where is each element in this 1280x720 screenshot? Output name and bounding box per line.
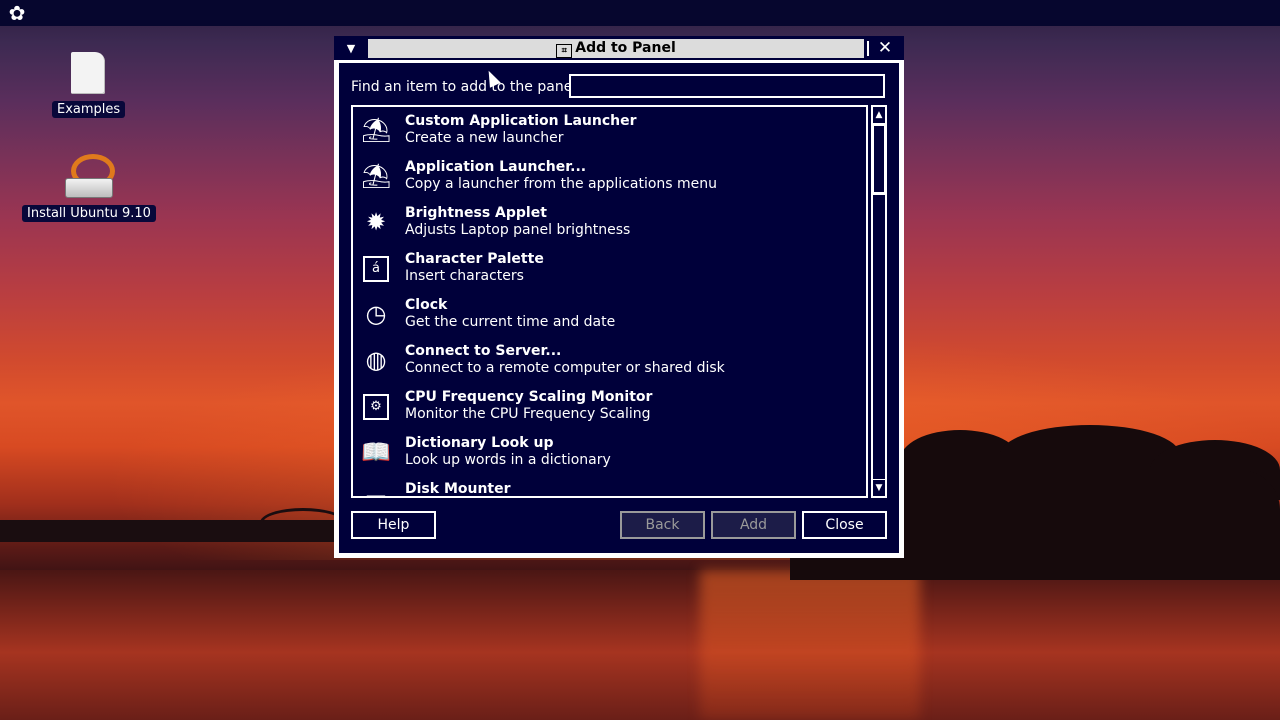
clock-icon: ◷ [365,300,387,328]
sun-reflection [700,570,920,720]
item-title: CPU Frequency Scaling Monitor [405,389,653,405]
desktop-icon-examples[interactable]: Examples [52,52,126,118]
help-button-label: Help [377,517,410,533]
desktop-icon-label: Examples [52,101,126,118]
item-title: Connect to Server... [405,343,562,359]
item-title: Dictionary Look up [405,435,554,451]
list-item[interactable]: ⛱ Application Launcher... Copy a launche… [353,153,866,199]
scroll-down-button[interactable]: ▼ [873,480,885,496]
find-label: Find an item to add to the panel: [351,79,581,95]
add-button-label: Add [739,517,768,533]
item-description: Look up words in a dictionary [405,452,611,468]
disk-icon: ▬ [364,484,388,498]
gnome-foot-icon[interactable]: ✿ [6,2,28,24]
list-item[interactable]: ⚙ CPU Frequency Scaling Monitor Monitor … [353,383,866,429]
item-title: Character Palette [405,251,544,267]
add-button[interactable]: Add [711,511,796,539]
scroll-track[interactable] [873,195,885,479]
item-title: Custom Application Launcher [405,113,637,129]
list-scrollbar[interactable]: ▲ ▼ [871,105,887,498]
window-title: ⌗ Add to Panel [368,39,864,58]
list-item[interactable]: 📖 Dictionary Look up Look up words in a … [353,429,866,475]
close-button[interactable]: Close [802,511,887,539]
list-item[interactable]: ✹ Brightness Applet Adjusts Laptop panel… [353,199,866,245]
titlebar-separator [867,41,869,56]
item-title: Clock [405,297,448,313]
launcher-icon: ⛱ [361,116,392,144]
close-icon: ✕ [877,38,893,58]
item-description: Connect to a remote computer or shared d… [405,360,725,376]
back-button[interactable]: Back [620,511,705,539]
titlebar[interactable]: ▼ ⌗ Add to Panel ✕ [334,36,904,60]
item-description: Insert characters [405,268,524,284]
water [0,570,1280,720]
applet-list[interactable]: ⛱ Custom Application Launcher Create a n… [351,105,868,498]
close-button-label: Close [825,517,864,533]
list-item[interactable]: ⛱ Custom Application Launcher Create a n… [353,107,866,153]
item-description: Create a new launcher [405,130,564,146]
item-title: Application Launcher... [405,159,587,175]
item-description: Copy a launcher from the applications me… [405,176,718,192]
list-item[interactable]: á Character Palette Insert characters [353,245,866,291]
help-button[interactable]: Help [351,511,436,539]
window-title-text: Add to Panel [575,40,676,56]
back-button-label: Back [645,517,680,533]
list-item[interactable]: ◷ Clock Get the current time and date [353,291,866,337]
add-to-panel-dialog: ▼ ⌗ Add to Panel ✕ Find an item to add to… [334,36,904,558]
globe-icon: ◍ [365,346,387,374]
scroll-thumb[interactable] [873,125,885,193]
window-close-button[interactable]: ✕ [874,39,896,58]
character-palette-icon: á [361,253,391,283]
item-title: Disk Mounter [405,481,511,497]
search-input[interactable] [569,74,885,98]
desktop-icon-install-ubuntu[interactable]: Install Ubuntu 9.10 [22,152,156,222]
list-item[interactable]: ◍ Connect to Server... Connect to a remo… [353,337,866,383]
launcher-icon: ⛱ [361,162,392,190]
list-item[interactable]: ▬ Disk Mounter [353,475,866,498]
scroll-up-button[interactable]: ▲ [873,107,885,123]
sun-icon: ✹ [365,208,387,236]
item-description: Adjusts Laptop panel brightness [405,222,631,238]
item-title: Brightness Applet [405,205,547,221]
document-icon [71,52,105,94]
desktop-icon-label: Install Ubuntu 9.10 [22,205,156,222]
item-description: Get the current time and date [405,314,616,330]
cpu-icon: ⚙ [361,391,391,421]
window-menu-button[interactable]: ▼ [340,39,362,58]
panel-icon: ⌗ [556,44,573,58]
item-description: Monitor the CPU Frequency Scaling [405,406,651,422]
chevron-down-icon: ▼ [346,42,356,55]
top-panel: ✿ [0,0,1280,26]
installer-icon [63,152,115,198]
book-icon: 📖 [361,438,391,466]
